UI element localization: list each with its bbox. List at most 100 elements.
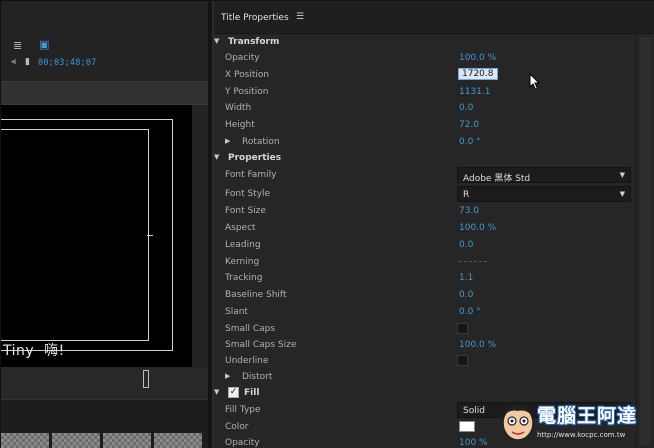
property-row-font-family: Font Family Adobe 黑体 Std ▼ xyxy=(214,167,634,184)
property-label: Small Caps xyxy=(225,324,276,334)
style-thumbnail[interactable] xyxy=(52,433,100,448)
property-label: Font Style xyxy=(225,189,271,199)
property-label: Aspect xyxy=(225,223,256,233)
marker-icon[interactable]: ▮ xyxy=(25,57,30,67)
style-thumbnail[interactable] xyxy=(1,433,49,448)
property-label: Tracking xyxy=(225,273,263,283)
property-row-kerning: Kerning xyxy=(214,254,634,270)
align-list-icon[interactable]: ≣ xyxy=(13,39,22,52)
expand-triangle-icon[interactable]: ▼ xyxy=(214,388,219,396)
property-label: Slant xyxy=(225,307,248,317)
insert-icon[interactable]: ⫷ xyxy=(11,57,16,67)
property-value[interactable]: 0.0 ° xyxy=(459,307,481,317)
property-row-small-caps-size: Small Caps Size 100.0 % xyxy=(214,337,634,353)
property-value[interactable]: 72.0 xyxy=(459,120,479,130)
property-row-x-position: X Position 1720.8 xyxy=(214,67,634,83)
property-value[interactable]: 0.0 xyxy=(459,103,473,113)
property-row-underline: Underline xyxy=(214,353,634,369)
dropdown-value: Adobe 黑体 Std xyxy=(463,174,531,184)
title-safe-guide xyxy=(1,129,149,341)
property-value[interactable]: 73.0 xyxy=(459,206,479,216)
property-row-opacity: Opacity 100.0 % xyxy=(214,50,634,66)
property-row-aspect: Aspect 100.0 % xyxy=(214,220,634,236)
center-tick-mark xyxy=(147,235,153,236)
dropdown-value: Solid xyxy=(463,406,485,416)
property-label: Rotation xyxy=(242,137,280,147)
property-label: Width xyxy=(225,103,252,113)
property-value[interactable]: 1.1 xyxy=(459,273,473,283)
property-row-baseline-shift: Baseline Shift 0.0 xyxy=(214,287,634,303)
property-label: Height xyxy=(225,120,255,130)
site-watermark: 電腦王阿達 http://www.kocpc.com.tw xyxy=(497,397,654,448)
property-row-tracking: Tracking 1.1 xyxy=(214,270,634,286)
property-label: Font Size xyxy=(225,206,266,216)
preview-footer xyxy=(1,367,208,399)
property-value[interactable]: 100.0 % xyxy=(459,223,496,233)
program-monitor-panel: ≣ ▣ ⫷ ▮ 00;03;48;07 Tiny 嗨! xyxy=(1,1,208,448)
scrollbar-track[interactable] xyxy=(640,37,650,445)
property-row-distort[interactable]: ▶ Distort xyxy=(214,369,634,385)
scroll-handle[interactable] xyxy=(143,370,149,388)
property-row-leading: Leading 0.0 xyxy=(214,237,634,253)
panel-title[interactable]: Title Properties xyxy=(221,13,289,23)
preview-title-text: Tiny 嗨! xyxy=(3,343,65,359)
property-label: Small Caps Size xyxy=(225,340,297,350)
style-thumbnail[interactable] xyxy=(103,433,151,448)
chevron-down-icon: ▼ xyxy=(619,171,625,179)
style-thumbnail[interactable] xyxy=(154,433,202,448)
property-label: Opacity xyxy=(225,53,260,63)
property-row-y-position: Y Position 1131.1 xyxy=(214,84,634,100)
property-row-font-style: Font Style R ▼ xyxy=(214,186,634,202)
small-caps-checkbox[interactable] xyxy=(457,323,468,334)
expand-triangle-icon[interactable]: ▼ xyxy=(214,37,219,45)
chevron-down-icon: ▼ xyxy=(619,190,625,198)
property-row-rotation[interactable]: ▶ Rotation 0.0 ° xyxy=(214,134,634,150)
property-row-font-size: Font Size 73.0 xyxy=(214,203,634,219)
property-value[interactable]: 0.0 ° xyxy=(459,137,481,147)
property-value[interactable]: 0.0 xyxy=(459,240,473,250)
style-thumbnails xyxy=(1,433,208,448)
property-row-small-caps: Small Caps xyxy=(214,321,634,337)
section-properties[interactable]: ▼ Properties xyxy=(214,150,634,166)
dropdown-value: R xyxy=(463,190,470,200)
section-label: Transform xyxy=(228,37,280,47)
font-family-dropdown[interactable]: Adobe 黑体 Std ▼ xyxy=(457,167,631,184)
property-value[interactable]: 100.0 % xyxy=(459,53,496,63)
property-value[interactable]: 1131.1 xyxy=(459,87,491,97)
section-label: Properties xyxy=(228,153,282,163)
monitor-strip xyxy=(1,81,208,105)
watermark-text: 電腦王阿達 xyxy=(537,405,638,427)
property-label: Leading xyxy=(225,240,261,250)
property-label: Distort xyxy=(242,372,273,382)
mouse-pointer-icon xyxy=(529,73,541,91)
font-style-dropdown[interactable]: R ▼ xyxy=(457,186,631,202)
x-position-input[interactable]: 1720.8 xyxy=(458,68,498,80)
collapse-triangle-icon[interactable]: ▶ xyxy=(225,137,230,145)
property-label: Fill Type xyxy=(225,405,261,415)
disabled-value-placeholder xyxy=(459,261,487,262)
property-row-slant: Slant 0.0 ° xyxy=(214,304,634,320)
underline-checkbox[interactable] xyxy=(457,355,468,366)
section-transform[interactable]: ▼ Transform xyxy=(214,34,634,50)
property-row-width: Width 0.0 xyxy=(214,100,634,116)
property-value[interactable]: 0.0 xyxy=(459,290,473,300)
property-label: Underline xyxy=(225,356,269,366)
title-properties-panel: Title Properties ☰ ▼ Transform Opacity 1… xyxy=(214,1,654,448)
property-label: Baseline Shift xyxy=(225,290,287,300)
mascot-logo-icon xyxy=(502,405,534,441)
watermark-url: http://www.kocpc.com.tw xyxy=(537,431,626,439)
timecode-readout[interactable]: 00;03;48;07 xyxy=(38,58,97,68)
expand-triangle-icon[interactable]: ▼ xyxy=(214,153,219,161)
window-frame: ≣ ▣ ⫷ ▮ 00;03;48;07 Tiny 嗨! Title Proper… xyxy=(0,0,654,448)
property-label: Font Family xyxy=(225,170,277,180)
property-label: Y Position xyxy=(225,87,269,97)
property-value[interactable]: 100 % xyxy=(459,438,488,448)
property-label: Color xyxy=(225,422,249,432)
hamburger-menu-icon[interactable]: ☰ xyxy=(296,12,304,22)
collapse-triangle-icon[interactable]: ▶ xyxy=(225,372,230,380)
property-value[interactable]: 100.0 % xyxy=(459,340,496,350)
camera-icon[interactable]: ▣ xyxy=(39,38,49,51)
property-row-height: Height 72.0 xyxy=(214,117,634,133)
fill-color-swatch[interactable] xyxy=(459,421,475,432)
fill-enabled-checkbox[interactable]: ✓ xyxy=(228,387,239,398)
